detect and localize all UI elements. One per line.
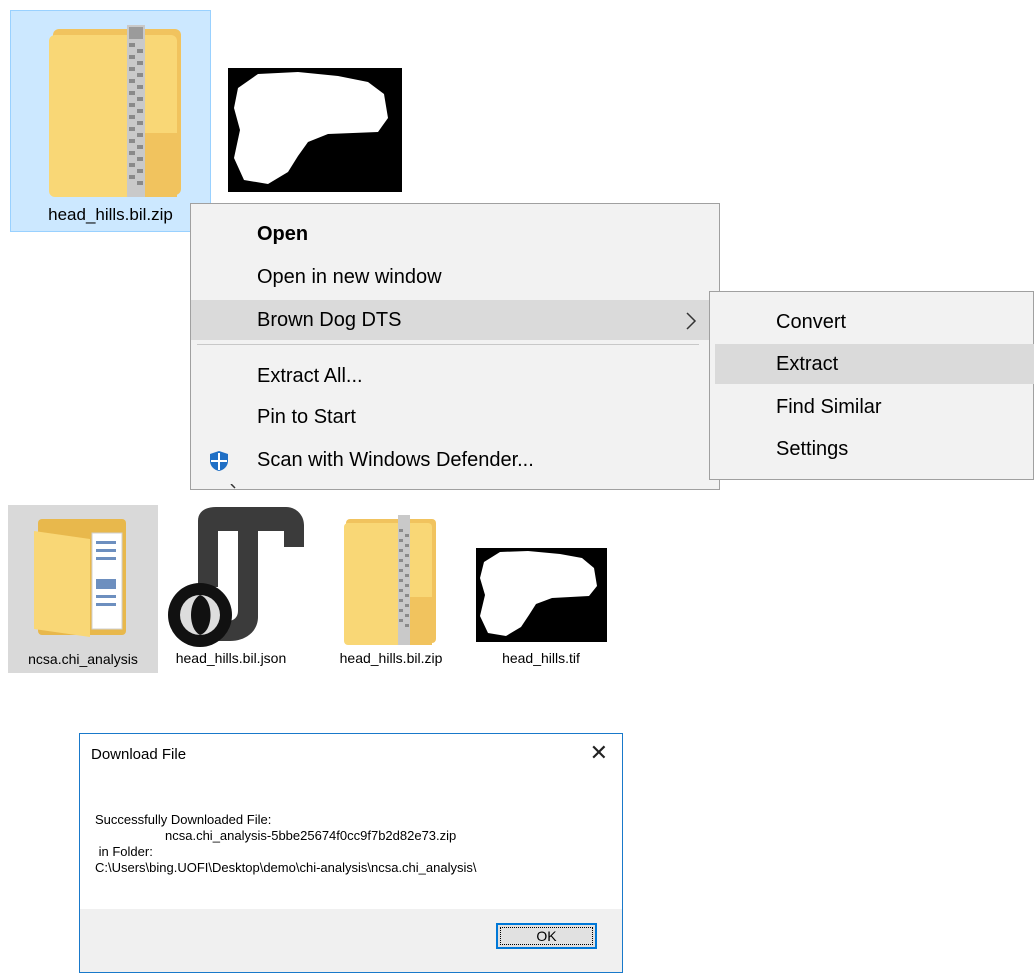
menu-item-open[interactable]: Open bbox=[191, 214, 719, 254]
tif-file-tile[interactable]: head_hills.tif bbox=[476, 548, 610, 668]
menu-separator bbox=[197, 344, 699, 345]
download-file-dialog: Download File ✕ Successfully Downloaded … bbox=[79, 733, 623, 973]
file-label: head_hills.tif bbox=[502, 650, 580, 666]
file-label: head_hills.bil.json bbox=[175, 650, 287, 666]
json-file-icon bbox=[168, 507, 304, 647]
submenu-item-convert[interactable]: Convert bbox=[710, 302, 1033, 342]
brown-dog-submenu: Convert Extract Find Similar Settings bbox=[709, 291, 1034, 480]
image-thumbnail-icon bbox=[476, 548, 607, 642]
submenu-item-settings[interactable]: Settings bbox=[710, 429, 1033, 469]
folder-tile-ncsa-chi-analysis[interactable]: ncsa.chi_analysis bbox=[8, 505, 158, 673]
menu-item-pin-to-start[interactable]: Pin to Start bbox=[191, 397, 719, 437]
tif-thumbnail-icon bbox=[228, 68, 402, 192]
menu-item-open-new-window[interactable]: Open in new window bbox=[191, 257, 719, 297]
message-line: Successfully Downloaded File: bbox=[95, 812, 272, 827]
dialog-title: Download File bbox=[91, 746, 187, 763]
json-file-tile[interactable]: head_hills.bil.json bbox=[166, 507, 306, 687]
selected-zip-tile[interactable]: head_hills.bil.zip bbox=[10, 10, 211, 232]
partial-chevron-icon bbox=[230, 484, 236, 489]
zip-folder-icon bbox=[344, 515, 436, 645]
submenu-item-find-similar[interactable]: Find Similar bbox=[710, 387, 1033, 427]
message-folder-path: C:\Users\bing.UOFI\Desktop\demo\chi-anal… bbox=[95, 860, 477, 875]
dialog-footer: OK bbox=[80, 909, 622, 972]
ok-button[interactable]: OK bbox=[496, 923, 597, 949]
file-label: ncsa.chi_analysis bbox=[28, 651, 138, 667]
submenu-item-extract[interactable]: Extract bbox=[715, 344, 1034, 384]
dialog-message: Successfully Downloaded File: ncsa.chi_a… bbox=[95, 812, 476, 876]
menu-item-scan-defender[interactable]: Scan with Windows Defender... bbox=[191, 440, 719, 480]
menu-item-brown-dog-dts[interactable]: Brown Dog DTS bbox=[191, 300, 719, 340]
zip-folder-icon bbox=[49, 25, 181, 197]
context-menu: Open Open in new window Brown Dog DTS Ex… bbox=[190, 203, 720, 490]
zip-file-tile[interactable]: head_hills.bil.zip bbox=[326, 507, 456, 667]
message-line: in Folder: bbox=[95, 844, 153, 859]
menu-item-extract-all[interactable]: Extract All... bbox=[191, 356, 719, 396]
file-label: head_hills.bil.zip bbox=[339, 650, 443, 666]
zip-file-label: head_hills.bil.zip bbox=[48, 205, 173, 224]
message-filename: ncsa.chi_analysis-5bbe25674f0cc9f7b2d82e… bbox=[165, 828, 457, 843]
folder-icon bbox=[34, 519, 126, 637]
chevron-right-icon bbox=[686, 312, 697, 330]
close-icon[interactable]: ✕ bbox=[590, 740, 608, 766]
windows-defender-icon bbox=[210, 451, 228, 471]
